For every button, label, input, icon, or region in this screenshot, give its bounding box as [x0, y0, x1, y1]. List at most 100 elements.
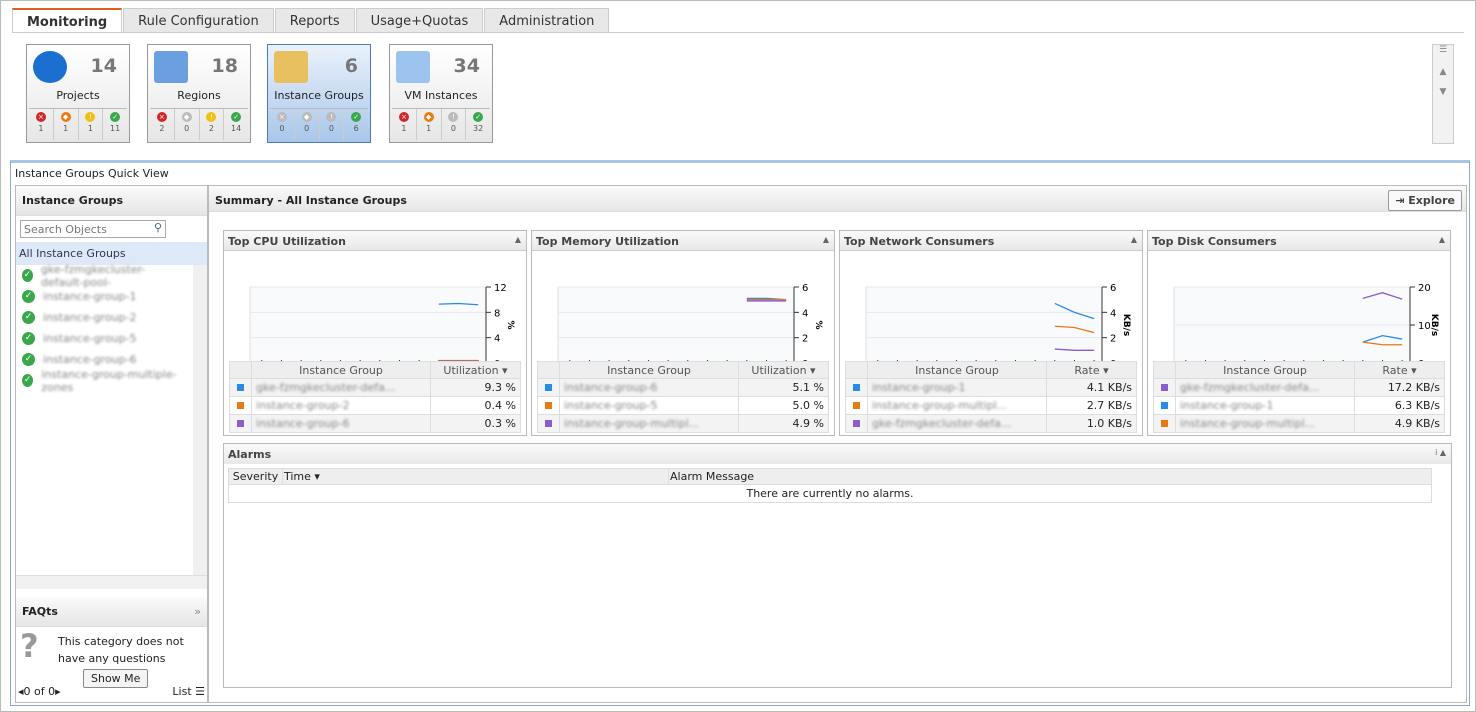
y-tick-label: 8	[494, 308, 500, 319]
table-row[interactable]: instance-group-1 6.3 KB/s	[1153, 396, 1445, 415]
col-value[interactable]: Rate ▾	[1046, 361, 1137, 379]
tile-instance-groups[interactable]: 6 Instance Groups × 0 ◆ 0! 0 ✓ 6	[267, 44, 371, 143]
alarms-controls[interactable]: i ▲	[1435, 448, 1446, 457]
list-item[interactable]: ✓ gke-fzmgkecluster-default-pool-	[16, 263, 193, 289]
table-row[interactable]: instance-group-5 5.0 %	[537, 396, 829, 415]
list-item[interactable]: ✓ instance-group-1	[16, 286, 193, 307]
col-severity[interactable]: Severity	[228, 468, 283, 485]
status-cell[interactable]: ◆ 1	[54, 109, 79, 140]
tile-regions[interactable]: 18 Regions × 2 ◆ 0! 2 ✓ 14	[147, 44, 251, 143]
explore-button[interactable]: ⇥ Explore	[1388, 190, 1462, 211]
table-row[interactable]: instance-group-multipl... 2.7 KB/s	[845, 396, 1137, 415]
y-tick-label: 12	[494, 283, 507, 294]
search-icon[interactable]: ⚲	[154, 221, 162, 234]
tab-reports[interactable]: Reports	[274, 8, 355, 32]
tab-monitoring[interactable]: Monitoring	[12, 8, 123, 32]
table-row[interactable]: instance-group-1 4.1 KB/s	[845, 378, 1137, 397]
table-row[interactable]: instance-group-6 5.1 %	[537, 378, 829, 397]
status-cell[interactable]: ! 1	[79, 109, 104, 140]
table-row[interactable]: instance-group-multipl... 4.9 KB/s	[1153, 414, 1445, 433]
main-panel: Summary - All Instance Groups ⇥ Explore …	[208, 185, 1467, 703]
status-cell[interactable]: ✓ 14	[224, 109, 248, 140]
col-instance-group[interactable]: Instance Group	[867, 361, 1047, 379]
tile-vm-instances[interactable]: 34 VM Instances × 1 ◆ 1! 0 ✓ 32	[389, 44, 493, 143]
col-instance-group[interactable]: Instance Group	[559, 361, 739, 379]
vm-instances-icon	[396, 51, 430, 83]
collapse-icon[interactable]: ▲	[1439, 235, 1445, 244]
status-count: 6	[353, 124, 359, 133]
group-name: instance-group-1	[872, 381, 966, 394]
item-label: instance-group-1	[43, 290, 137, 303]
alarms-panel: Alarms i ▲ Severity Time ▾ Alarm Message…	[223, 443, 1452, 688]
status-count: 14	[231, 124, 242, 133]
status-cell[interactable]: ! 0	[320, 109, 345, 140]
status-icon: ◆	[301, 112, 312, 122]
col-time[interactable]: Time ▾	[282, 468, 669, 485]
ok-status-icon: ✓	[22, 311, 35, 324]
table-row[interactable]: instance-group-6 0.3 %	[229, 414, 521, 433]
tile-count: 6	[344, 55, 358, 77]
collapse-icon[interactable]: »	[194, 605, 201, 618]
col-value[interactable]: Rate ▾	[1354, 361, 1445, 379]
value: 4.9 KB/s	[1354, 414, 1445, 433]
status-count: 2	[208, 124, 214, 133]
table-row[interactable]: gke-fzmgkecluster-defa... 9.3 %	[229, 378, 521, 397]
status-cell[interactable]: × 2	[150, 109, 175, 140]
group-name: gke-fzmgkecluster-defa...	[256, 381, 396, 394]
table-row[interactable]: instance-group-multipl... 4.9 %	[537, 414, 829, 433]
status-cell[interactable]: ✓ 32	[466, 109, 490, 140]
series-swatch	[237, 402, 244, 409]
status-cell[interactable]: ✓ 11	[103, 109, 127, 140]
value: 5.1 %	[738, 378, 829, 397]
table-row[interactable]: instance-group-2 0.4 %	[229, 396, 521, 415]
search-input[interactable]: Search Objects ⚲	[20, 220, 166, 238]
menu-icon[interactable]: ☰	[1433, 45, 1453, 55]
status-cell[interactable]: × 1	[392, 109, 417, 140]
col-instance-group[interactable]: Instance Group	[1175, 361, 1355, 379]
show-me-button[interactable]: Show Me	[83, 669, 149, 688]
collapse-icon[interactable]: ▲	[823, 235, 829, 244]
value: 4.1 KB/s	[1046, 378, 1137, 397]
faq-text: This category does not have any question…	[58, 635, 184, 665]
tab-rule-configuration[interactable]: Rule Configuration	[123, 8, 274, 32]
status-cell[interactable]: ◆ 1	[417, 109, 442, 140]
value: 6.3 KB/s	[1354, 396, 1445, 415]
up-icon[interactable]: ▲	[1433, 67, 1453, 77]
status-icon: ◆	[423, 112, 434, 122]
status-cell[interactable]: × 1	[29, 109, 54, 140]
value: 1.0 KB/s	[1046, 414, 1137, 433]
status-cell[interactable]: ✓ 6	[344, 109, 368, 140]
quick-view: Instance Groups Quick View Instance Grou…	[10, 160, 1470, 706]
tile-scroller[interactable]: ☰ ▲ ▼	[1432, 44, 1454, 144]
list-item[interactable]: ✓ instance-group-5	[16, 328, 193, 349]
tile-projects[interactable]: 14 Projects × 1 ◆ 1! 1 ✓ 11	[26, 44, 130, 143]
tab-usage-quotas[interactable]: Usage+Quotas	[355, 8, 484, 32]
list-item[interactable]: ✓ instance-group-multiple-zones	[16, 368, 193, 394]
tile-count: 14	[90, 55, 117, 77]
table-row[interactable]: gke-fzmgkecluster-defa... 1.0 KB/s	[845, 414, 1137, 433]
list-button[interactable]: List ☰	[172, 685, 205, 698]
ok-status-icon: ✓	[22, 269, 33, 282]
value: 17.2 KB/s	[1354, 378, 1445, 397]
status-icon: ×	[276, 112, 287, 122]
status-cell[interactable]: ! 0	[442, 109, 467, 140]
status-cell[interactable]: ! 2	[200, 109, 225, 140]
down-icon[interactable]: ▼	[1433, 87, 1453, 97]
y-tick-label: 20	[1418, 283, 1431, 294]
instance-groups-icon	[274, 51, 308, 83]
pager[interactable]: ◂0 of 0▸	[18, 685, 61, 698]
col-alarm-message[interactable]: Alarm Message	[668, 468, 1432, 485]
ok-status-icon: ✓	[22, 374, 34, 387]
col-value[interactable]: Utilization ▾	[430, 361, 521, 379]
tab-administration[interactable]: Administration	[484, 8, 610, 32]
status-cell[interactable]: ◆ 0	[175, 109, 200, 140]
status-cell[interactable]: ◆ 0	[295, 109, 320, 140]
collapse-icon[interactable]: ▲	[1131, 235, 1137, 244]
table-row[interactable]: gke-fzmgkecluster-defa... 17.2 KB/s	[1153, 378, 1445, 397]
list-item[interactable]: ✓ instance-group-2	[16, 307, 193, 328]
horizontal-scrollbar[interactable]	[16, 575, 207, 589]
status-cell[interactable]: × 0	[270, 109, 295, 140]
collapse-icon[interactable]: ▲	[515, 235, 521, 244]
col-instance-group[interactable]: Instance Group	[251, 361, 431, 379]
col-value[interactable]: Utilization ▾	[738, 361, 829, 379]
